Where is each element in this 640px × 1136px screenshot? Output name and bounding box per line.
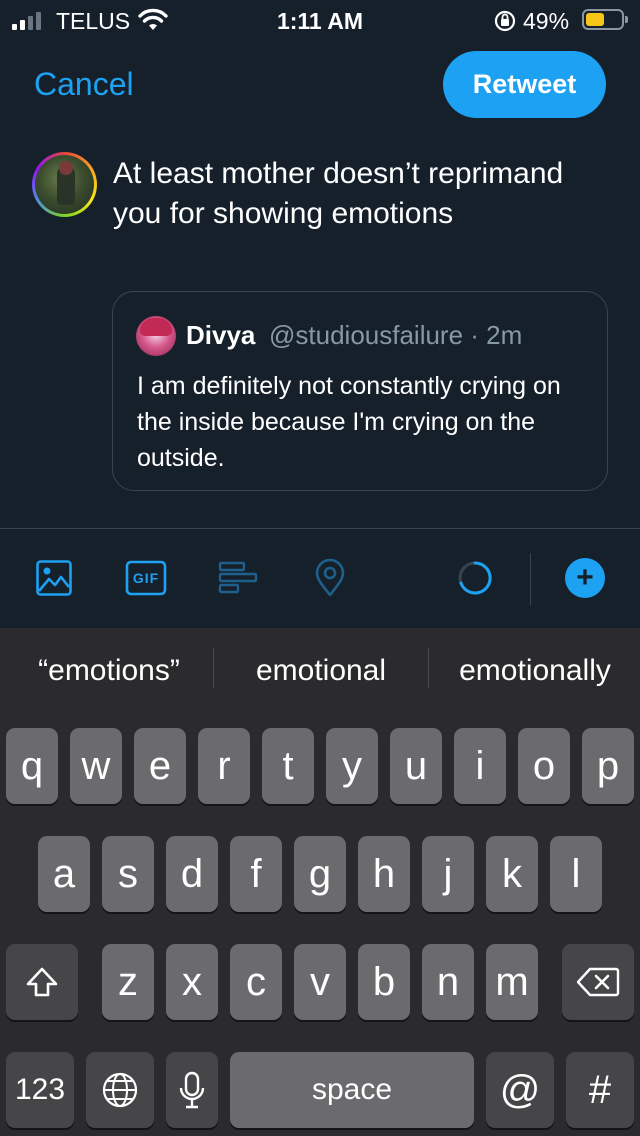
quoted-user-handle: @studiousfailure · 2m <box>269 320 523 350</box>
key-k[interactable]: k <box>486 836 538 912</box>
retweet-button[interactable]: Retweet <box>443 51 606 118</box>
key-y[interactable]: y <box>326 728 378 804</box>
key-s[interactable]: s <box>102 836 154 912</box>
toolbar-divider <box>0 528 640 529</box>
key-a[interactable]: a <box>38 836 90 912</box>
key-p[interactable]: p <box>582 728 634 804</box>
gif-icon[interactable]: GIF <box>124 556 168 600</box>
battery-icon <box>582 9 628 30</box>
at-key[interactable]: @ <box>486 1052 554 1128</box>
key-t[interactable]: t <box>262 728 314 804</box>
poll-icon[interactable] <box>216 556 260 600</box>
suggestion-divider <box>213 648 214 688</box>
key-g[interactable]: g <box>294 836 346 912</box>
quoted-user-avatar <box>136 316 176 356</box>
suggestion-divider <box>428 648 429 688</box>
location-icon[interactable] <box>308 556 352 600</box>
key-o[interactable]: o <box>518 728 570 804</box>
quoted-user-name: Divya <box>186 320 256 350</box>
char-counter-ring <box>453 556 497 600</box>
backspace-icon <box>576 967 620 997</box>
battery-percent: 49% <box>523 8 570 34</box>
key-h[interactable]: h <box>358 836 410 912</box>
key-f[interactable]: f <box>230 836 282 912</box>
quoted-tweet-card: Divya @studiousfailure · 2m I am definit… <box>112 291 608 491</box>
space-key[interactable]: space <box>230 1052 474 1128</box>
toolbar-separator <box>530 553 531 605</box>
key-w[interactable]: w <box>70 728 122 804</box>
key-l[interactable]: l <box>550 836 602 912</box>
suggestion-1[interactable]: “emotions” <box>14 654 204 688</box>
globe-key[interactable] <box>86 1052 154 1128</box>
shift-key[interactable] <box>6 944 78 1020</box>
key-r[interactable]: r <box>198 728 250 804</box>
key-n[interactable]: n <box>422 944 474 1020</box>
numbers-key[interactable]: 123 <box>6 1052 74 1128</box>
suggestion-3[interactable]: emotionally <box>436 654 634 688</box>
key-q[interactable]: q <box>6 728 58 804</box>
key-d[interactable]: d <box>166 836 218 912</box>
cancel-button[interactable]: Cancel <box>34 66 134 103</box>
image-icon[interactable] <box>32 556 76 600</box>
key-x[interactable]: x <box>166 944 218 1020</box>
shift-icon <box>26 967 58 997</box>
globe-icon <box>102 1072 138 1108</box>
tweet-compose-text[interactable]: At least mother doesn’t reprimand you fo… <box>113 154 613 234</box>
orientation-lock-icon <box>493 9 517 38</box>
microphone-icon <box>179 1071 205 1109</box>
key-v[interactable]: v <box>294 944 346 1020</box>
key-e[interactable]: e <box>134 728 186 804</box>
keyboard: “emotions” emotional emotionally q w e r… <box>0 628 640 1136</box>
hash-key[interactable]: # <box>566 1052 634 1128</box>
status-bar: TELUS 1:11 AM 49% <box>0 0 640 40</box>
key-i[interactable]: i <box>454 728 506 804</box>
quoted-tweet-text: I am definitely not constantly crying on… <box>137 372 561 472</box>
user-avatar <box>32 152 97 217</box>
key-c[interactable]: c <box>230 944 282 1020</box>
key-j[interactable]: j <box>422 836 474 912</box>
suggestion-2[interactable]: emotional <box>222 654 420 688</box>
dictation-key[interactable] <box>166 1052 218 1128</box>
key-u[interactable]: u <box>390 728 442 804</box>
add-tweet-icon[interactable]: + <box>565 558 605 598</box>
gif-label: GIF <box>132 570 160 586</box>
key-m[interactable]: m <box>486 944 538 1020</box>
key-b[interactable]: b <box>358 944 410 1020</box>
backspace-key[interactable] <box>562 944 634 1020</box>
key-z[interactable]: z <box>102 944 154 1020</box>
